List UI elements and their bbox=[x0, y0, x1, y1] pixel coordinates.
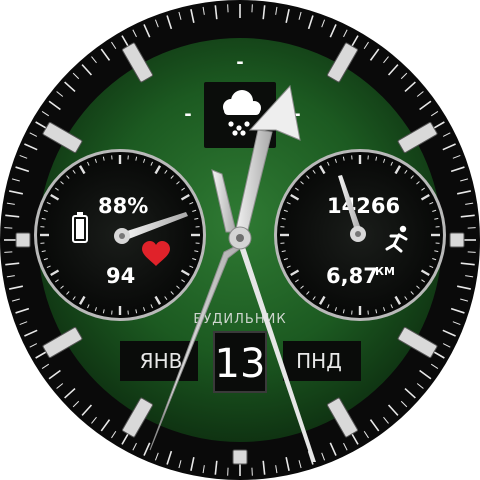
date-day: 13 bbox=[215, 341, 266, 387]
weather-left-dash: - bbox=[184, 104, 191, 125]
hour-marker bbox=[15, 232, 31, 248]
left-subdial[interactable]: 88% 94 bbox=[34, 149, 206, 321]
watch-face: - - - 88% 94 14266 6,87 КМ БУДИЛЬНИК ЯНВ… bbox=[0, 0, 480, 480]
battery-percent: 88% bbox=[98, 194, 148, 218]
hour-marker bbox=[232, 449, 248, 465]
steps-value: 14266 bbox=[327, 194, 400, 218]
date-weekday: ПНД bbox=[296, 349, 342, 373]
right-subdial[interactable]: 14266 6,87 КМ bbox=[274, 149, 446, 321]
distance-unit: КМ bbox=[375, 265, 395, 278]
heart-rate-value: 94 bbox=[106, 264, 135, 288]
alarm-label[interactable]: БУДИЛЬНИК bbox=[193, 312, 286, 327]
hour-marker bbox=[449, 232, 465, 248]
date-month: ЯНВ bbox=[140, 349, 183, 373]
top-indicator: - bbox=[236, 52, 243, 73]
distance-value: 6,87 bbox=[326, 264, 378, 288]
